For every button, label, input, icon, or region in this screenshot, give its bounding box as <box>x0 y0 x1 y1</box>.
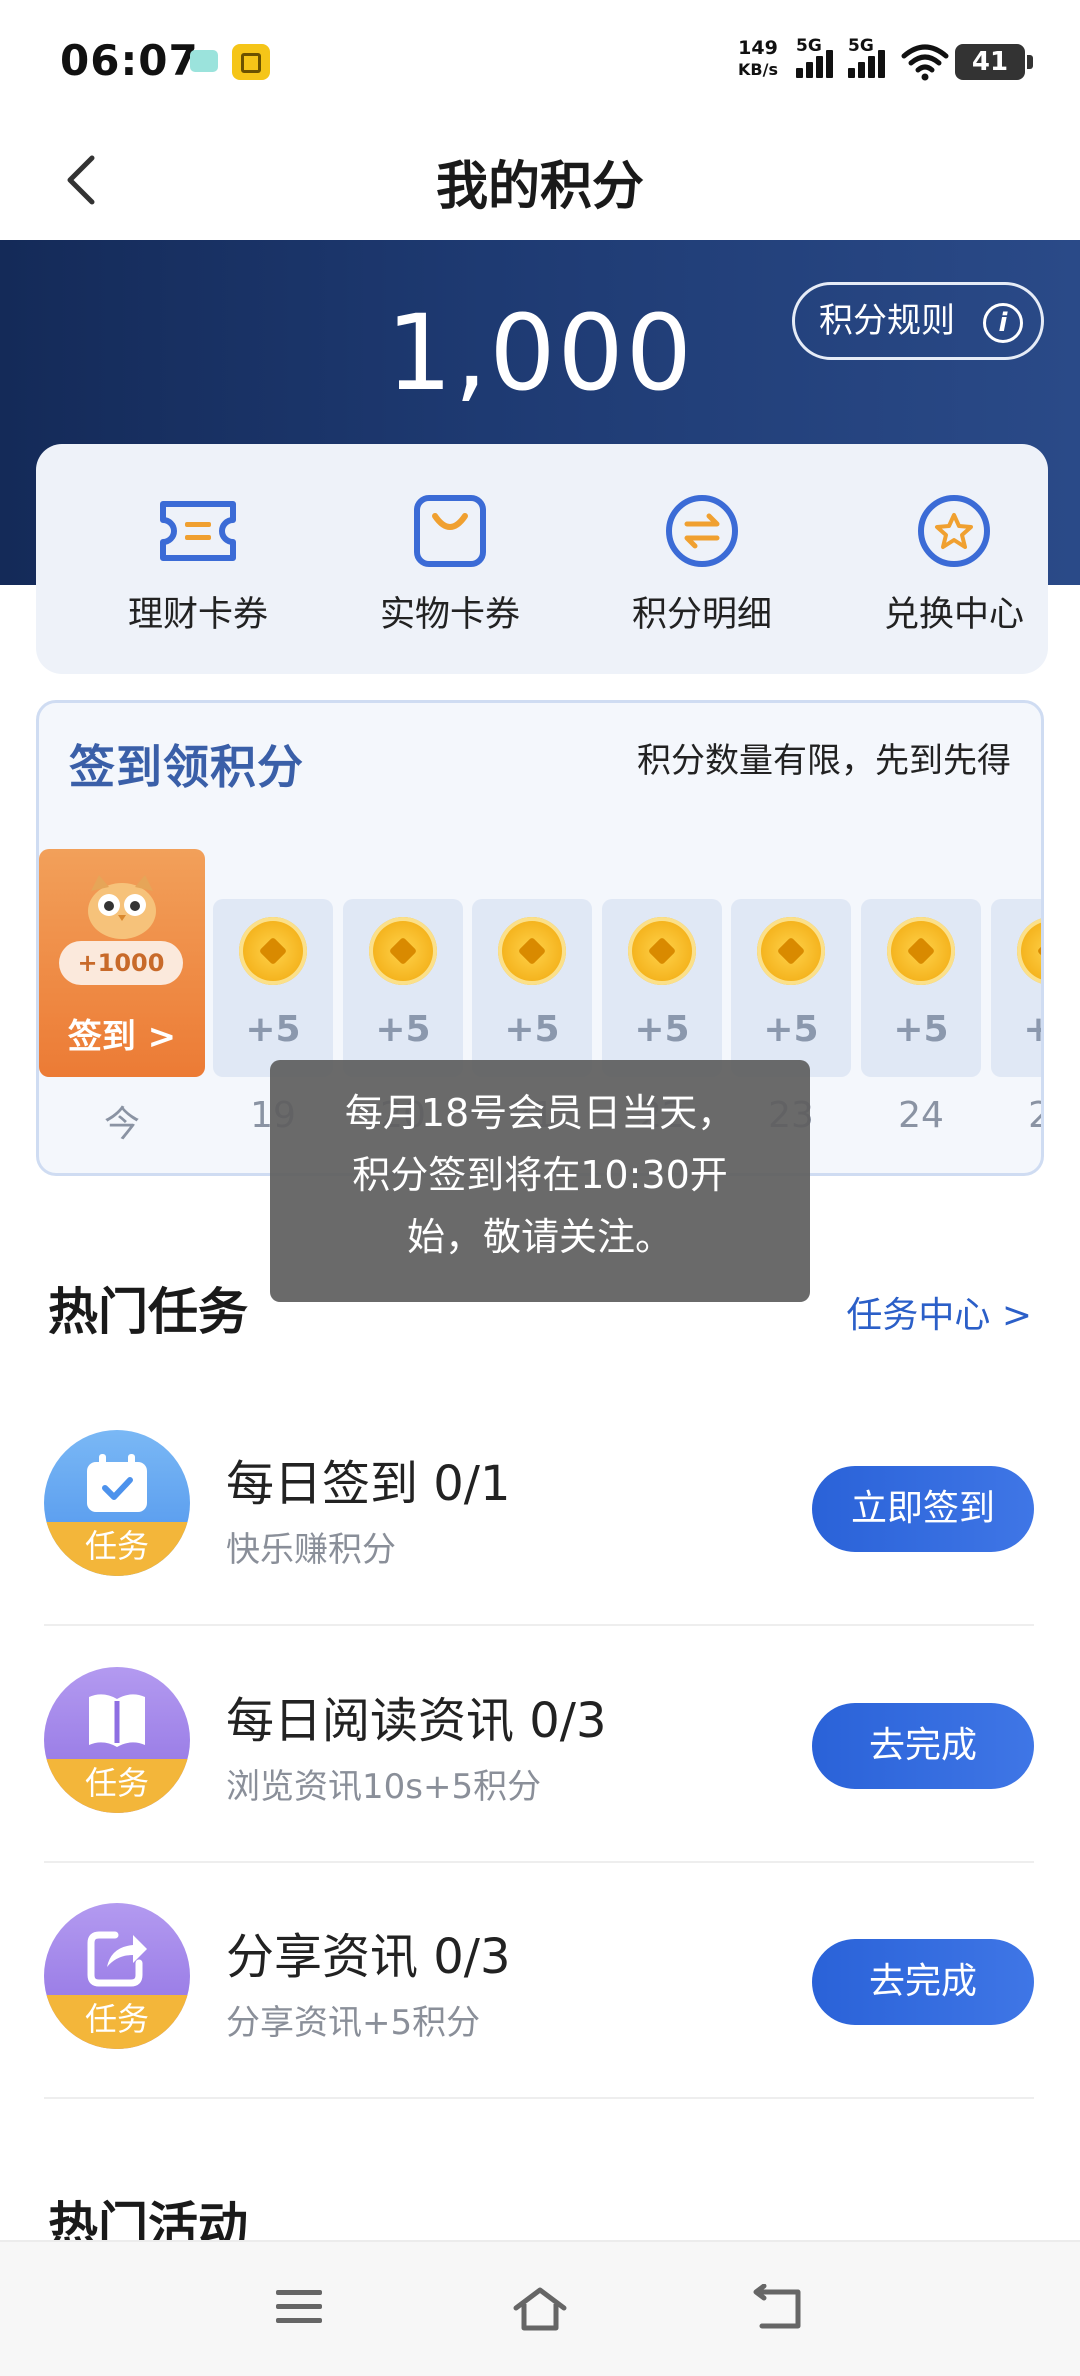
menu-icon[interactable] <box>274 2284 324 2328</box>
signal-icon: 5G <box>796 36 840 78</box>
quick-menu-item-points-detail[interactable]: 积分明细 <box>602 492 802 637</box>
task-description: 快乐赚积分 <box>226 1530 396 1570</box>
day-reward-card: +5 <box>472 899 592 1077</box>
day-points: +5 <box>893 1009 949 1050</box>
task-description: 分享资讯+5积分 <box>226 2003 481 2043</box>
coin-icon <box>628 917 696 985</box>
back-gesture-icon[interactable] <box>752 2284 806 2332</box>
day-reward-card: +5 <box>213 899 333 1077</box>
signal-label: 5G <box>796 36 822 56</box>
today-bonus-badge: +1000 <box>59 941 183 985</box>
go-complete-button[interactable]: 去完成 <box>812 1939 1034 2025</box>
day-points: +5 <box>245 1009 301 1050</box>
today-sign-in-label: 签到 > <box>67 1017 177 1057</box>
sign-in-title: 签到领积分 <box>69 740 304 794</box>
sign-in-now-button[interactable]: 立即签到 <box>812 1466 1034 1552</box>
day-points: +5 <box>504 1009 560 1050</box>
day-label: 25 <box>991 1095 1041 1136</box>
wifi-icon <box>901 44 949 81</box>
task-badge: 任务 <box>44 1995 190 2049</box>
status-time: 06:07 <box>60 36 199 85</box>
quick-menu-label: 理财卡券 <box>127 595 268 635</box>
task-icon: 任务 <box>44 1903 190 2049</box>
sign-in-note: 积分数量有限，先到先得 <box>637 741 1011 781</box>
network-speed: 149 KB/s <box>738 38 778 80</box>
coin-icon <box>1017 917 1041 985</box>
book-icon <box>89 1694 145 1747</box>
day-points: +5 <box>763 1009 819 1050</box>
task-name: 每日阅读资讯 0/3 <box>226 1693 607 1749</box>
info-icon: i <box>983 303 1023 343</box>
status-bar: 06:07 149 KB/s 5G 5G 41 <box>0 0 1080 120</box>
day-points: +5 <box>991 1009 1041 1050</box>
notification-app-icon <box>190 50 218 72</box>
home-icon[interactable] <box>510 2284 570 2332</box>
quick-menu-item-finance-coupons[interactable]: 理财卡券 <box>98 492 298 637</box>
coin-icon <box>369 917 437 985</box>
day-points: +5 <box>634 1009 690 1050</box>
exchange-arrows-icon <box>666 495 738 567</box>
share-icon <box>87 1931 147 1987</box>
task-icon: 任务 <box>44 1667 190 1813</box>
day-points: +5 <box>375 1009 431 1050</box>
day-label-today: 今 <box>103 1104 140 1145</box>
network-speed-value: 149 <box>738 37 778 59</box>
day-reward-card: +5 <box>343 899 463 1077</box>
toast-message: 每月18号会员日当天， 积分签到将在10:30开 始，敬请关注。 <box>270 1060 810 1302</box>
toast-line: 每月18号会员日当天， <box>344 1091 736 1135</box>
day-reward-card: +5 <box>602 899 722 1077</box>
coin-icon <box>239 917 307 985</box>
task-row: 任务 每日阅读资讯 0/3 浏览资讯10s+5积分 去完成 <box>44 1627 1034 1863</box>
task-description: 浏览资讯10s+5积分 <box>226 1767 542 1807</box>
toast-line: 积分签到将在10:30开 <box>352 1153 728 1197</box>
quick-menu-item-physical-coupons[interactable]: 实物卡券 <box>350 492 550 637</box>
quick-menu-label: 积分明细 <box>631 595 772 635</box>
battery-icon: 41 <box>955 44 1033 80</box>
page-title: 我的积分 <box>435 157 644 217</box>
quick-menu-label: 实物卡券 <box>379 595 520 635</box>
task-name: 分享资讯 0/3 <box>226 1929 511 1985</box>
hot-tasks-title: 热门任务 <box>48 1283 248 1341</box>
network-speed-unit: KB/s <box>738 60 778 79</box>
shopping-bag-icon <box>414 495 486 567</box>
day-reward-card: +5 <box>861 899 981 1077</box>
go-complete-button[interactable]: 去完成 <box>812 1703 1034 1789</box>
task-center-link[interactable]: 任务中心 > <box>846 1286 1032 1338</box>
quick-menu-card: 理财卡券 实物卡券 积分明细 兑换中心 <box>36 444 1048 674</box>
today-sign-in-button[interactable]: +1000 签到 > <box>39 849 205 1077</box>
signal-label: 5G <box>848 36 874 56</box>
coin-icon <box>757 917 825 985</box>
task-badge: 任务 <box>44 1522 190 1576</box>
task-row: 任务 分享资讯 0/3 分享资讯+5积分 去完成 <box>44 1863 1034 2099</box>
coin-icon <box>887 917 955 985</box>
day-label: 24 <box>898 1095 944 1136</box>
coin-icon <box>498 917 566 985</box>
day-reward-card: +5 <box>991 899 1041 1077</box>
ticket-icon <box>160 501 236 561</box>
points-rules-label: 积分规则 <box>819 301 955 341</box>
calendar-check-icon <box>87 1454 147 1512</box>
points-rules-button[interactable]: 积分规则 i <box>792 282 1044 360</box>
day-reward-card: +5 <box>731 899 851 1077</box>
copy-app-icon <box>232 44 270 80</box>
toast-line: 始，敬请关注。 <box>406 1215 673 1259</box>
quick-menu-item-exchange-center[interactable]: 兑换中心 <box>854 492 1054 637</box>
task-badge: 任务 <box>44 1759 190 1813</box>
task-name: 每日签到 0/1 <box>226 1456 511 1512</box>
task-row: 任务 每日签到 0/1 快乐赚积分 立即签到 <box>44 1390 1034 1626</box>
system-navigation-bar <box>0 2240 1080 2376</box>
star-badge-icon <box>918 495 990 567</box>
quick-menu-label: 兑换中心 <box>883 595 1024 635</box>
signal-icon: 5G <box>848 36 892 78</box>
task-icon: 任务 <box>44 1430 190 1576</box>
owl-mascot-icon <box>88 875 156 939</box>
navigation-bar: 我的积分 <box>0 120 1080 240</box>
